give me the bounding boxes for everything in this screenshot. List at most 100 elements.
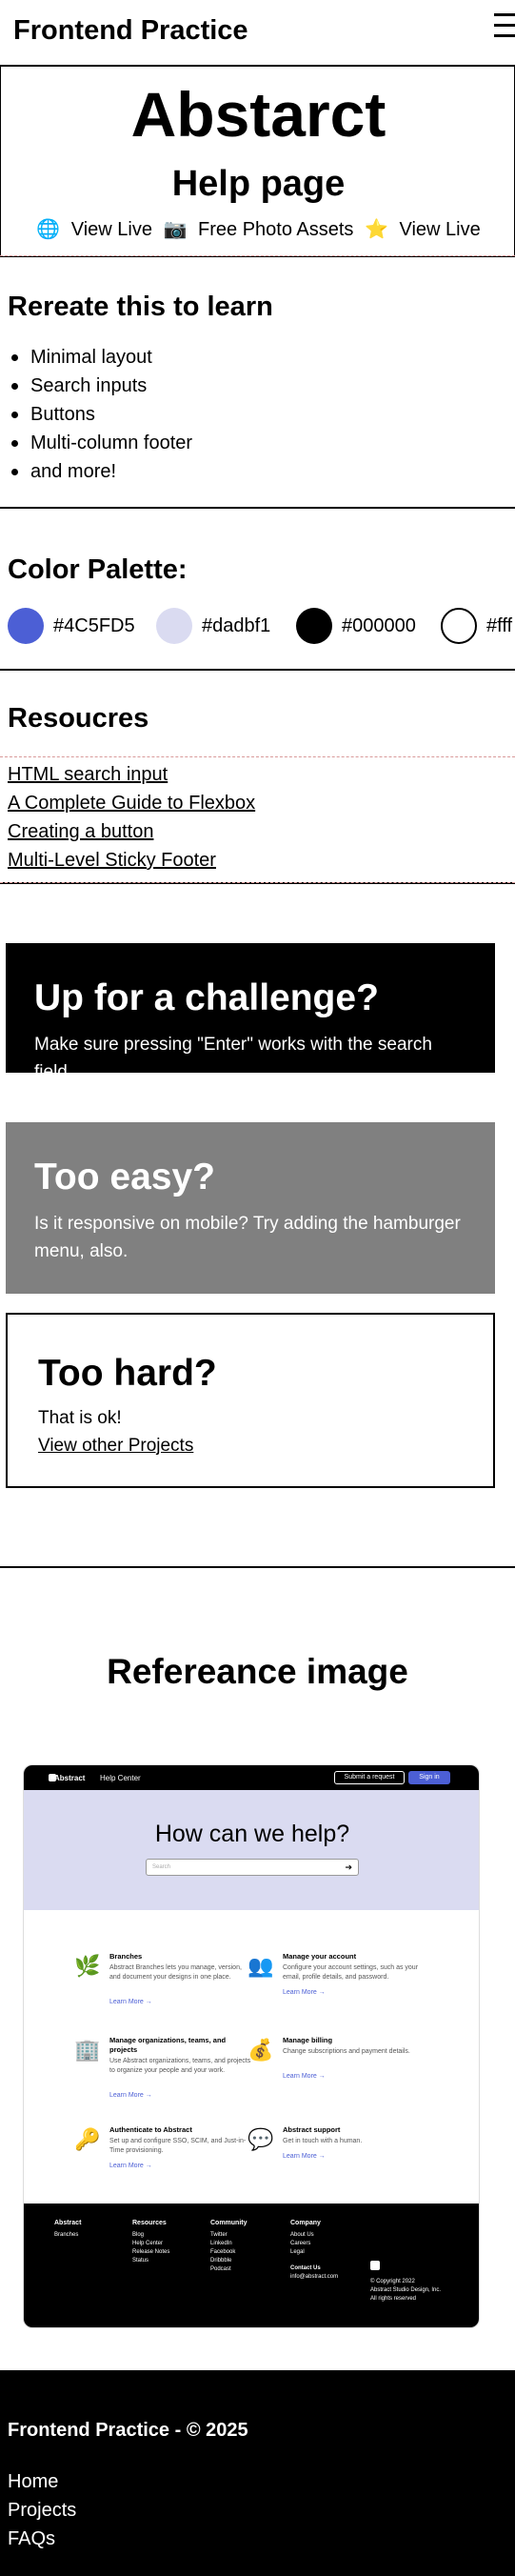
list-item: and more! xyxy=(10,457,192,486)
photo-assets-link[interactable]: Free Photo Assets xyxy=(198,219,353,240)
mock-footer-link: Twitter xyxy=(210,2232,228,2238)
mock-footer-link: About Us xyxy=(290,2232,314,2238)
resource-link[interactable]: Creating a button xyxy=(8,817,255,846)
too-easy-title: Too easy? xyxy=(34,1157,215,1197)
mock-item-desc: Get in touch with a human. xyxy=(283,2138,363,2144)
swatch: #4C5FD5 xyxy=(8,608,135,644)
mock-navbar: Abstract Help Center Submit a request Si… xyxy=(24,1765,479,1790)
mock-help-item: 🔑 Authenticate to Abstract Set up and co… xyxy=(73,2125,254,2183)
billing-icon: 💰 xyxy=(248,2038,274,2062)
footer-link-projects[interactable]: Projects xyxy=(8,2496,76,2525)
too-hard-card: Too hard? That is ok! View other Project… xyxy=(6,1313,495,1488)
mock-section-label: Help Center xyxy=(100,1774,141,1782)
mock-item-title: Authenticate to Abstract xyxy=(109,2125,192,2134)
mock-help-item: 💬 Abstract support Get in touch with a h… xyxy=(247,2125,427,2183)
mock-footer-link: Status xyxy=(132,2258,149,2264)
too-easy-text: Is it responsive on mobile? Try adding t… xyxy=(34,1214,461,1261)
mock-footer-link: LinkedIn xyxy=(210,2241,232,2246)
mock-company-line: Abstract Studio Design, Inc. xyxy=(370,2287,442,2293)
mock-footer-col: Abstract Branches xyxy=(54,2219,81,2240)
view-live-link[interactable]: View Live xyxy=(71,219,152,240)
globe-icon: 🌐 xyxy=(36,219,61,240)
mock-learn-more: Learn More → xyxy=(109,1999,152,2005)
color-swatch-dot xyxy=(8,608,44,644)
footer-link-home[interactable]: Home xyxy=(8,2467,76,2496)
challenge-text: Make sure pressing "Enter" works with th… xyxy=(34,1035,432,1082)
site-brand[interactable]: Frontend Practice xyxy=(13,15,248,47)
resource-link[interactable]: Multi-Level Sticky Footer xyxy=(8,846,255,875)
mock-footer-col: Community Twitter LinkedIn Facebook Drib… xyxy=(210,2219,248,2274)
resources-section: Resoucres HTML search input A Complete G… xyxy=(0,673,515,884)
mock-item-title: Manage billing xyxy=(283,2036,333,2044)
star-icon: ⭐ xyxy=(365,219,388,240)
mock-footer-col-title: Company xyxy=(290,2220,321,2226)
mock-footer-col-title: Abstract xyxy=(54,2220,82,2226)
site-footer: Frontend Practice - © 2025 Home Projects… xyxy=(0,2370,515,2576)
list-item: Multi-column footer xyxy=(10,429,192,457)
divider xyxy=(0,882,515,883)
mock-copyright: © Copyright 2022 Abstract Studio Design,… xyxy=(370,2278,465,2304)
mock-footer-link: Careers xyxy=(290,2241,311,2246)
mock-signin-button: Sign in xyxy=(408,1771,450,1784)
top-navbar: Frontend Practice xyxy=(0,0,515,67)
swatch-label: #fff xyxy=(486,614,513,636)
swatch-label: #000000 xyxy=(342,614,416,636)
too-hard-title: Too hard? xyxy=(38,1353,217,1394)
resource-link[interactable]: A Complete Guide to Flexbox xyxy=(8,789,255,817)
hero-section: Abstarct Help page 🌐 View Live 📷 Free Ph… xyxy=(0,67,515,257)
mock-learn-more: Learn More → xyxy=(283,2153,326,2160)
other-projects-link[interactable]: View other Projects xyxy=(38,1436,193,1456)
swatch: #000000 xyxy=(296,608,416,644)
mock-help-item: 👥 Manage your account Configure your acc… xyxy=(247,1952,427,2019)
mock-headline: How can we help? xyxy=(154,1821,350,1847)
view-live-link-2[interactable]: View Live xyxy=(399,219,480,240)
mock-item-desc: Configure your account settings, such as… xyxy=(283,1964,419,1981)
learn-list: Minimal layout Search inputs Buttons Mul… xyxy=(10,343,192,486)
learn-heading: Rereate this to learn xyxy=(8,292,273,322)
too-easy-card: Too easy? Is it responsive on mobile? Tr… xyxy=(6,1122,495,1294)
mock-footer-col-title: Resources xyxy=(132,2220,167,2226)
mock-item-title: Manage organizations, teams, and project… xyxy=(109,2036,227,2054)
resources-heading: Resoucres xyxy=(8,703,149,734)
mock-search-placeholder: Search xyxy=(152,1864,171,1870)
footer-link-faqs[interactable]: FAQs xyxy=(8,2525,76,2553)
mock-footer: Abstract Branches Resources Blog Help Ce… xyxy=(24,2204,479,2327)
arrow-right-icon: ➔ xyxy=(345,1862,352,1872)
challenge-card: Up for a challenge? Make sure pressing "… xyxy=(6,943,495,1082)
list-item: Search inputs xyxy=(10,372,192,400)
divider xyxy=(0,756,515,757)
mock-footer-link: Facebook xyxy=(210,2249,236,2255)
color-swatch-dot xyxy=(441,608,477,644)
mock-submit-button: Submit a request xyxy=(334,1771,405,1784)
reference-image: Abstract Help Center Submit a request Si… xyxy=(23,1764,480,2328)
resource-link[interactable]: HTML search input xyxy=(8,760,255,789)
mock-copyright-line: © Copyright 2022 xyxy=(370,2279,415,2284)
mock-footer-link: Release Notes xyxy=(132,2249,170,2255)
swatch: #dadbf1 xyxy=(156,608,270,644)
footer-copyright: Frontend Practice - © 2025 xyxy=(8,2420,248,2441)
list-item: Minimal layout xyxy=(10,343,192,372)
challenge-title: Up for a challenge? xyxy=(34,977,379,1018)
key-icon: 🔑 xyxy=(74,2127,101,2151)
section-divider xyxy=(0,1566,515,1568)
footer-nav: Home Projects FAQs xyxy=(8,2467,76,2553)
color-swatch-dot xyxy=(156,608,192,644)
mock-footer-col: Resources Blog Help Center Release Notes… xyxy=(132,2219,169,2265)
mock-footer-col-title: Community xyxy=(210,2220,248,2226)
mock-learn-more: Learn More → xyxy=(109,2163,152,2169)
color-palette-section: Color Palette: #4C5FD5 #dadbf1 #000000 #… xyxy=(0,511,515,671)
mock-footer-link: Podcast xyxy=(210,2266,231,2272)
list-item: Buttons xyxy=(10,400,192,429)
mock-hero: How can we help? Search ➔ xyxy=(24,1790,479,1910)
color-swatch-dot xyxy=(296,608,332,644)
mock-rights-line: All rights reserved xyxy=(370,2296,417,2302)
mock-footer-link: Legal xyxy=(290,2249,305,2255)
palette-heading: Color Palette: xyxy=(8,554,188,585)
mock-help-item: 🏢 Manage organizations, teams, and proje… xyxy=(73,2036,254,2112)
hamburger-icon[interactable] xyxy=(494,13,515,42)
swatch-label: #dadbf1 xyxy=(202,614,271,636)
mock-footer-link: Dribbble xyxy=(210,2258,232,2264)
organizations-icon: 🏢 xyxy=(74,2038,101,2062)
too-hard-text: That is ok! xyxy=(38,1408,122,1428)
mock-footer-link: Help Center xyxy=(132,2241,164,2246)
